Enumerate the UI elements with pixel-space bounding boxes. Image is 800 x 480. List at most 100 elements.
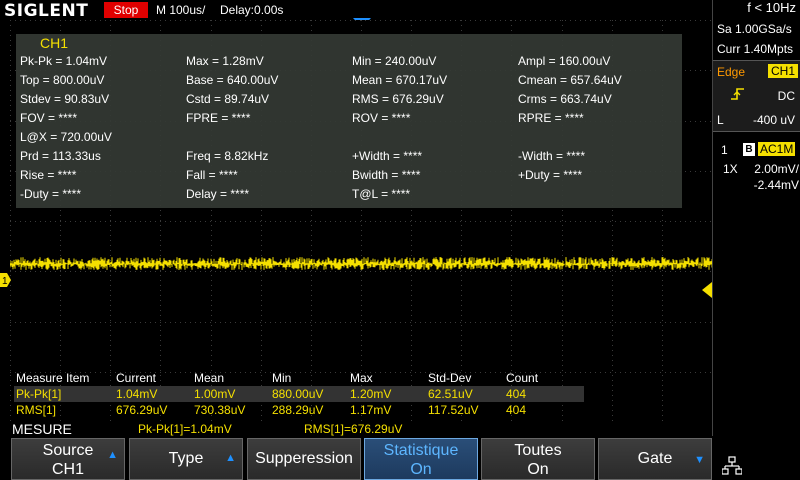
measurement-value: Cstd = 89.74uV [186, 92, 270, 106]
channel-number: 1 [721, 143, 728, 157]
softkey-value: On [410, 461, 432, 478]
measurement-row: Top = 800.00uV Base = 640.00uV Mean = 670.… [20, 73, 680, 91]
stat-header-cell: Min [272, 371, 292, 385]
stat-header-cell: Measure Item [16, 371, 90, 385]
vertical-offset: -2.44mV [753, 178, 799, 192]
softkey-statistics-button[interactable]: Statistique On [364, 438, 478, 480]
measurement-value: Delay = **** [186, 187, 250, 201]
channel1-settings-box[interactable]: 1 B AC1M 1X 2.00mV/ -2.44mV [713, 140, 800, 192]
up-arrow-icon: ▲ [107, 449, 118, 461]
stat-header-cell: Std-Dev [428, 371, 472, 385]
trigger-source: CH1 [767, 64, 798, 78]
trigger-level-marker-icon [702, 282, 712, 298]
stat-cell: 880.00uV [272, 387, 324, 401]
measurement-value: Min = 240.00uV [352, 54, 437, 68]
measurement-value: T@L = **** [352, 187, 411, 201]
measurement-value: FOV = **** [20, 111, 78, 125]
softkey-suppression-button[interactable]: Supperession [247, 438, 361, 480]
measurement-value: Ampl = 160.00uV [518, 54, 611, 68]
down-arrow-icon: ▼ [694, 454, 705, 466]
trigger-level-value: -400 uV [752, 113, 795, 127]
softkey-source-button[interactable]: Source CH1 ▲ [11, 438, 125, 480]
trigger-type: Edge [717, 65, 746, 79]
stat-cell: 288.29uV [272, 403, 324, 417]
measurement-value: FPRE = **** [186, 111, 251, 125]
stat-cell: 1.00mV [194, 387, 236, 401]
softkey-label: Supperession [255, 450, 353, 467]
stat-cell: 117.52uV [428, 403, 479, 417]
trigger-level-label: L [717, 113, 724, 127]
sample-rate: Sa 1.00GSa/s [717, 22, 792, 36]
stat-header-cell: Current [116, 371, 157, 385]
stat-cell: 1.17mV [350, 403, 392, 417]
measurement-value: Mean = 670.17uV [352, 73, 448, 87]
stat-cell: 62.51uV [428, 387, 473, 401]
measurement-value: Stdev = 90.83uV [20, 92, 110, 106]
frequency-counter: f < 10Hz [747, 0, 796, 15]
measurement-readout-rms: RMS[1]=676.29uV [304, 422, 403, 436]
channel1-offset-marker-icon: 1 [0, 273, 11, 287]
up-arrow-icon: ▲ [225, 452, 236, 464]
channel1-waveform-trace [10, 257, 712, 270]
stat-header-cell: Count [506, 371, 539, 385]
measurement-channel-title: CH1 [40, 35, 69, 51]
brand-logo: SIGLENT [4, 1, 89, 21]
stat-header-cell: Mean [194, 371, 225, 385]
memory-depth: Curr 1.40Mpts [717, 42, 794, 56]
stat-cell: Pk-Pk[1] [16, 387, 62, 401]
top-status-bar: SIGLENT Stop M 100us/ Delay:0.00s [0, 0, 712, 21]
measurement-value: +Width = **** [352, 149, 423, 163]
right-info-panel: f < 10Hz Sa 1.00GSa/s Curr 1.40Mpts Edge… [712, 0, 800, 436]
trigger-coupling: DC [777, 89, 795, 103]
probe-attenuation: 1X [723, 162, 738, 176]
measurement-value: Base = 640.00uV [186, 73, 279, 87]
measurement-value: Bwidth = **** [352, 168, 421, 182]
run-stop-status[interactable]: Stop [104, 2, 148, 18]
measurement-row: Stdev = 90.83uV Cstd = 89.74uV RMS = 676.2… [20, 92, 680, 110]
measurement-value: ROV = **** [352, 111, 411, 125]
measurement-row: L@X = 720.00uV [20, 130, 680, 148]
measurement-value: RMS = 676.29uV [352, 92, 444, 106]
measurement-value: Pk-Pk = 1.04mV [20, 54, 108, 68]
table-row: Pk-Pk[1] 1.04mV 1.00mV 880.00uV 1.20mV 6… [14, 386, 584, 402]
menu-title: MESURE [12, 421, 72, 437]
measurement-value: Rise = **** [20, 168, 77, 182]
measurement-row: Prd = 113.33us Freq = 8.82kHz +Width = ***… [20, 149, 680, 167]
statistics-header-row: Measure Item Current Mean Min Max Std-De… [14, 370, 584, 386]
measurement-value: -Duty = **** [20, 187, 82, 201]
measurement-row: -Duty = **** Delay = **** T@L = **** [20, 187, 680, 205]
measurement-value: L@X = 720.00uV [20, 130, 112, 144]
stat-cell: 404 [506, 403, 527, 417]
measurement-value: Cmean = 657.64uV [518, 73, 622, 87]
softkey-type-button[interactable]: Type ▲ [129, 438, 243, 480]
softkey-bar: Source CH1 ▲ Type ▲ Supperession Statist… [0, 438, 800, 480]
measurement-value: Freq = 8.82kHz [186, 149, 269, 163]
measurement-value: -Width = **** [518, 149, 586, 163]
measurement-value: RPRE = **** [518, 111, 584, 125]
measurement-value: Fall = **** [186, 168, 238, 182]
softkey-value: On [527, 461, 549, 478]
measurement-readout-pkpk: Pk-Pk[1]=1.04mV [138, 422, 232, 436]
stat-cell: 1.20mV [350, 387, 392, 401]
measurement-value: Top = 800.00uV [20, 73, 105, 87]
channel1-marker-label: 1 [2, 276, 8, 287]
stat-cell: RMS[1] [16, 403, 57, 417]
softkey-label: Statistique [383, 442, 459, 459]
network-icon [722, 456, 742, 475]
measurement-row: Rise = **** Fall = **** Bwidth = **** +Duty… [20, 168, 680, 186]
softkey-value: CH1 [51, 461, 84, 478]
timebase-readout: M 100us/ [156, 3, 206, 17]
measurement-value: Crms = 663.74uV [518, 92, 612, 106]
trigger-settings-box[interactable]: Edge CH1 DC L -400 uV [713, 60, 800, 132]
softkey-gate-button[interactable]: Gate ▼ [598, 438, 712, 480]
softkey-all-button[interactable]: Toutes On [481, 438, 595, 480]
vertical-scale: 2.00mV/ [754, 162, 799, 176]
softkey-label: Toutes [514, 442, 562, 459]
measurement-row: FOV = **** FPRE = **** ROV = **** RPRE = **… [20, 111, 680, 129]
measurement-panel: CH1 Pk-Pk = 1.04mV Max = 1.28mV Min = 240.… [16, 34, 682, 208]
measurement-value: Max = 1.28mV [186, 54, 264, 68]
stat-header-cell: Max [350, 371, 373, 385]
measurement-value: +Duty = **** [518, 168, 583, 182]
stat-cell: 404 [506, 387, 527, 401]
channel-coupling: AC1M [758, 142, 796, 156]
